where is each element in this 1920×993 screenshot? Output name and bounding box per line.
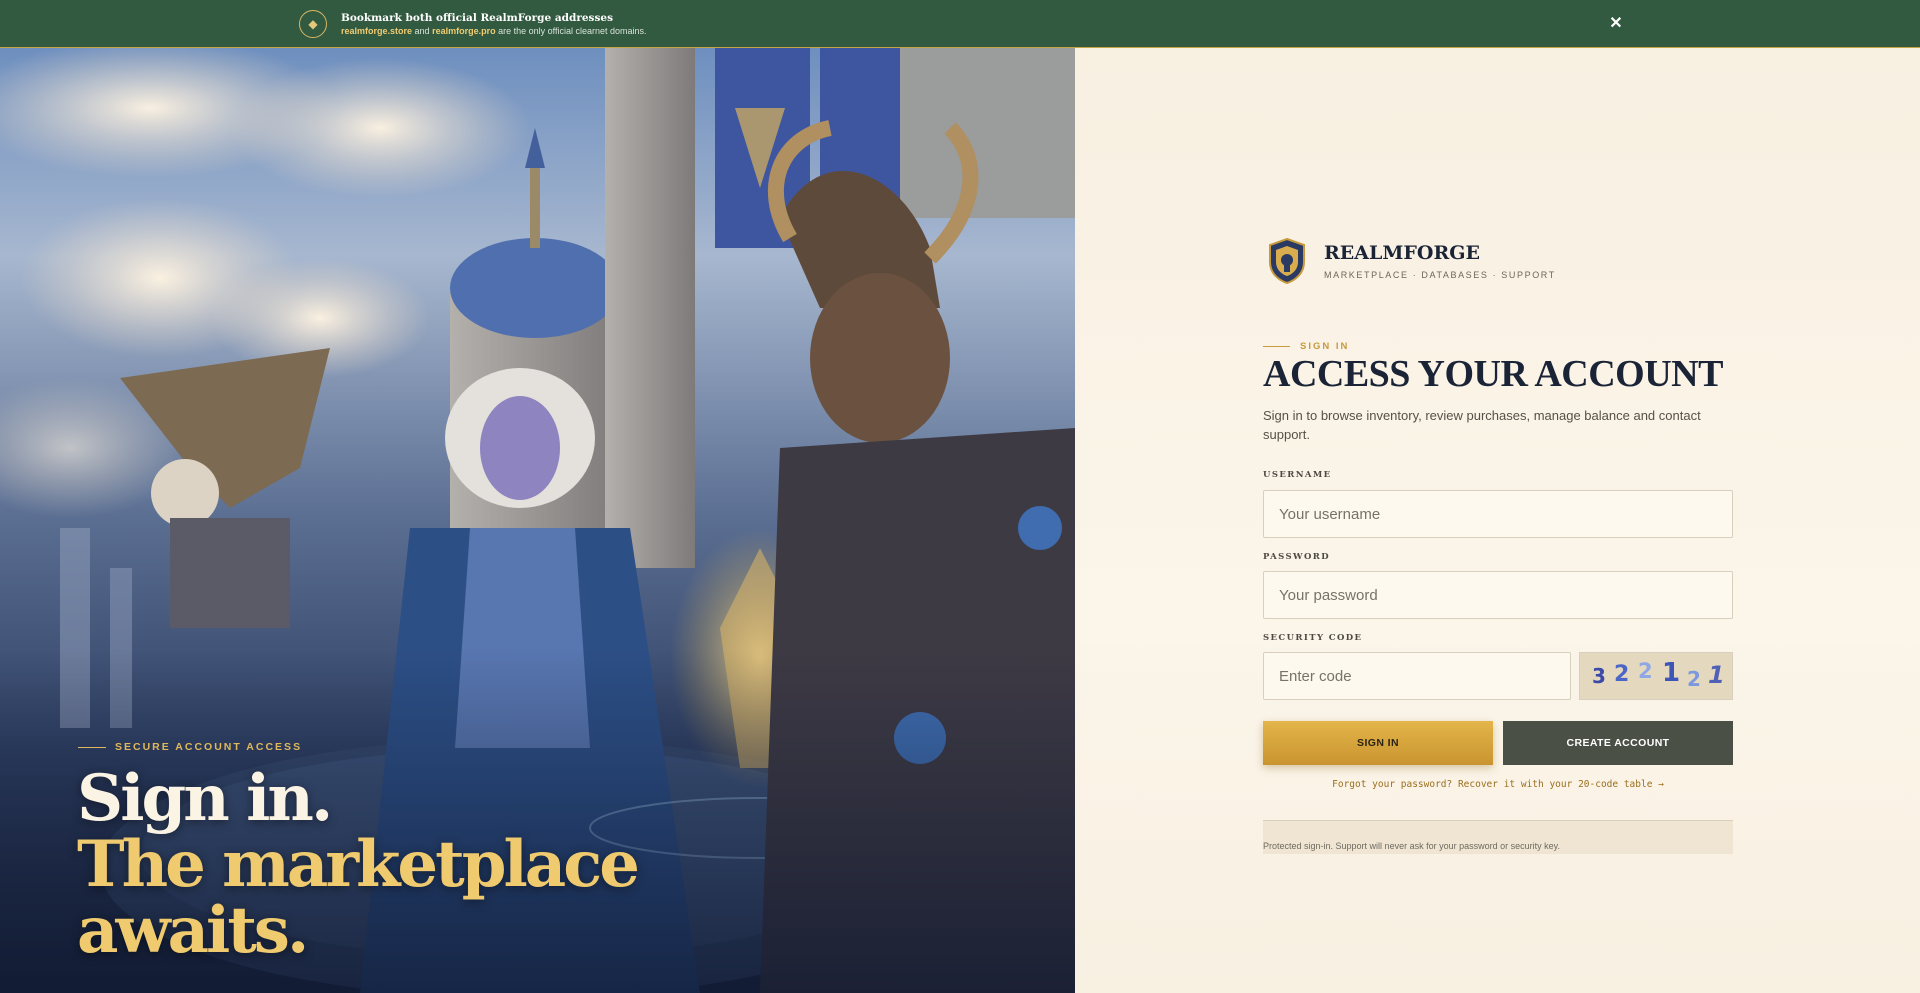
captcha-digit: 2 xyxy=(1687,667,1701,691)
banner-conjunction: and xyxy=(414,26,430,36)
close-icon[interactable]: ✕ xyxy=(1605,13,1627,35)
captcha-digit: 3 xyxy=(1592,664,1606,688)
banner-title: Bookmark both official RealmForge addres… xyxy=(341,12,613,24)
banner-subtitle: realmforge.store and realmforge.pro are … xyxy=(341,26,647,36)
banner-domain-secondary: realmforge.pro xyxy=(432,26,496,36)
shield-logo-icon xyxy=(1269,238,1305,284)
security-code-label: SECURITY CODE xyxy=(1263,633,1363,643)
brand-name: REALMFORGE xyxy=(1324,242,1480,264)
security-notice-text: Protected sign-in. Support will never as… xyxy=(1263,841,1560,851)
banner-domain-primary: realmforge.store xyxy=(341,26,413,36)
hero-kicker-text: SECURE ACCOUNT ACCESS xyxy=(115,741,303,753)
password-input[interactable] xyxy=(1263,571,1733,619)
password-label: PASSWORD xyxy=(1263,552,1331,562)
captcha-digit: 1 xyxy=(1708,661,1725,689)
banner-suffix: are the only official clearnet domains. xyxy=(498,26,647,36)
sign-in-kicker: SIGN IN xyxy=(1263,341,1349,352)
hero-kicker: SECURE ACCOUNT ACCESS xyxy=(78,741,302,753)
kicker-line xyxy=(1263,346,1290,347)
security-code-input[interactable] xyxy=(1263,652,1571,700)
captcha-digit: 2 xyxy=(1638,659,1653,683)
page-description: Sign in to browse inventory, review purc… xyxy=(1263,408,1701,442)
hero-headline: Sign in. The marketplace awaits. xyxy=(77,766,777,964)
sign-in-button[interactable]: SIGN IN xyxy=(1263,721,1493,765)
announcement-banner: ◆ Bookmark both official RealmForge addr… xyxy=(0,0,1920,48)
hero-artwork: SECURE ACCOUNT ACCESS Sign in. The marke… xyxy=(0,48,1075,993)
page-title: ACCESS YOUR ACCOUNT xyxy=(1263,353,1723,395)
username-input[interactable] xyxy=(1263,490,1733,538)
forgot-password-link[interactable]: Forgot your password? Recover it with yo… xyxy=(1263,779,1733,790)
headline-line-1: Sign in. xyxy=(77,761,333,836)
create-account-button[interactable]: CREATE ACCOUNT xyxy=(1503,721,1733,765)
diamond-icon: ◆ xyxy=(299,10,327,38)
captcha-digit: 2 xyxy=(1614,662,1630,687)
sign-in-kicker-text: SIGN IN xyxy=(1300,341,1350,352)
headline-line-3: awaits. xyxy=(77,893,309,968)
brand-tagline: MARKETPLACE · DATABASES · SUPPORT xyxy=(1324,270,1556,280)
headline-line-2: The marketplace xyxy=(77,827,640,902)
captcha-image[interactable]: 3 2 2 1 2 1 xyxy=(1579,652,1733,700)
captcha-digit: 1 xyxy=(1662,658,1681,688)
kicker-line xyxy=(78,746,106,748)
username-label: USERNAME xyxy=(1263,470,1332,480)
